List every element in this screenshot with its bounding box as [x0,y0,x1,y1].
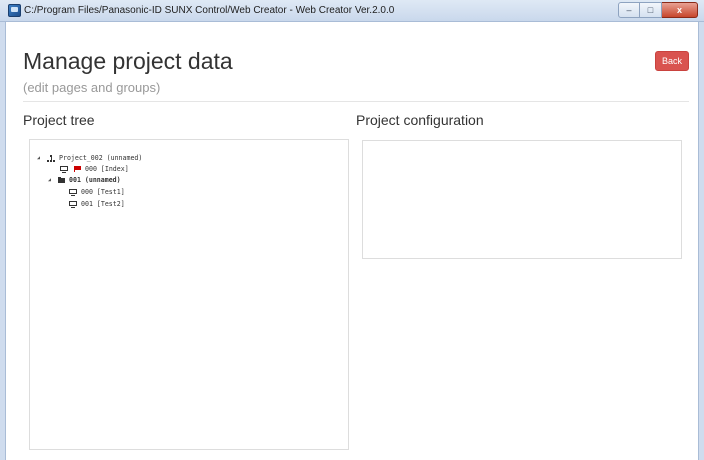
monitor-icon [60,165,68,173]
window-titlebar: C:/Program Files/Panasonic-ID SUNX Contr… [0,0,704,22]
tree-node-label: 000 [Index] [85,165,129,173]
app-icon [8,4,21,17]
project-configuration-heading: Project configuration [356,112,484,128]
project-configuration-panel [362,140,682,259]
tree-node-label: 001 (unnamed) [69,176,121,184]
tree-node-label: 000 [Test1] [81,188,125,196]
window-controls: – □ x [618,2,698,19]
window-frame-left [0,22,6,460]
tree-node-page-test1[interactable]: 000 [Test1] [69,186,125,198]
close-button[interactable]: x [662,2,698,18]
project-tree-heading: Project tree [23,112,95,128]
monitor-icon [69,200,77,208]
maximize-button[interactable]: □ [640,2,662,18]
expand-toggle-icon[interactable]: ◢ [48,177,55,183]
tree-node-page-test2[interactable]: 001 [Test2] [69,198,125,210]
tree-node-group[interactable]: ◢ 001 (unnamed) [48,174,121,186]
tree-node-label: Project_002 (unnamed) [59,154,143,162]
tree-node-label: 001 [Test2] [81,200,125,208]
expand-toggle-icon[interactable]: ◢ [37,155,44,161]
window-frame-right [698,22,704,460]
folder-icon [58,177,65,183]
back-button[interactable]: Back [655,51,689,71]
flag-icon [74,166,81,172]
sitemap-icon [47,154,55,162]
page-title: Manage project data [23,48,233,74]
window-title: C:/Program Files/Panasonic-ID SUNX Contr… [24,5,395,16]
minimize-button[interactable]: – [618,2,640,18]
header-divider [23,101,689,102]
page-subtitle: (edit pages and groups) [23,80,161,95]
monitor-icon [69,188,77,196]
project-tree-panel: ◢ Project_002 (unnamed) 000 [Index] ◢ 00… [29,139,349,450]
